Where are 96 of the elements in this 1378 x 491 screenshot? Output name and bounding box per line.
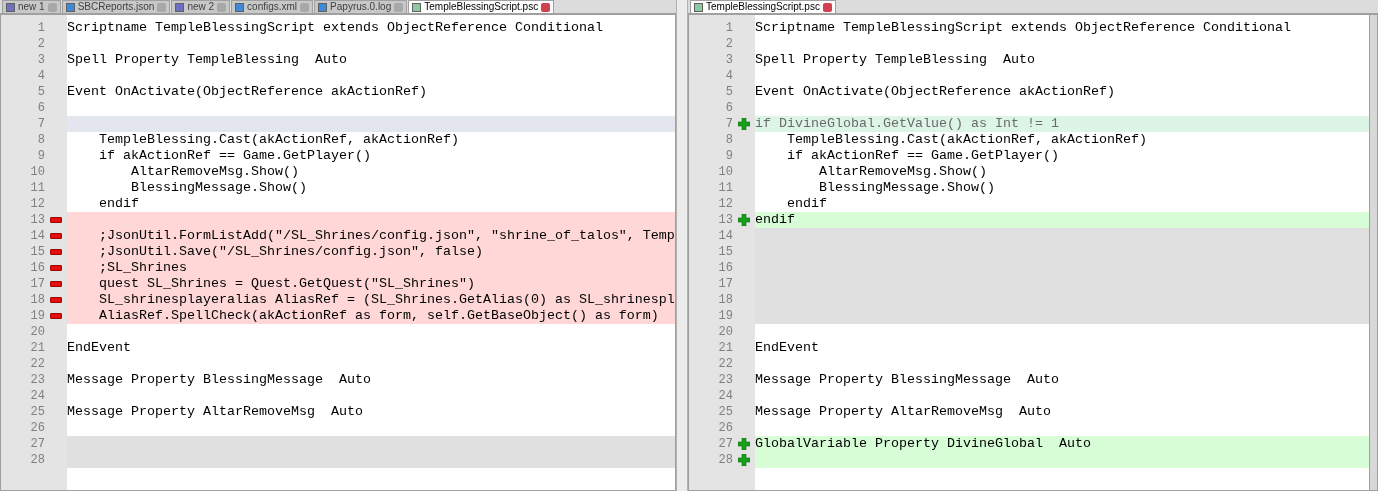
code-line: ;SL_Shrines [98, 260, 187, 275]
file-tab[interactable]: new 2 [171, 0, 231, 13]
line-number: 20 [717, 324, 733, 341]
code-line: if DivineGlobal.GetValue() as Int != 1 [755, 116, 1059, 131]
line-number: 25 [29, 404, 45, 421]
line-number: 12 [29, 196, 45, 213]
line-number: 13 [717, 212, 733, 229]
line-number: 24 [29, 388, 45, 405]
code-line: quest SL_Shrines = Quest.GetQuest("SL_Shrines") [98, 276, 475, 291]
code-line: Scriptname TempleBlessingScript extends ObjectReference Conditional [67, 20, 603, 35]
line-number: 5 [724, 84, 733, 101]
code-line: ;JsonUtil.FormListAdd("/SL_Shrines/config.json", "shrine_of_talos", Temp [98, 228, 675, 243]
code-line: if akActionRef == Game.GetPlayer() [98, 148, 371, 163]
code-line: SL_shrinesplayeralias AliasRef = (SL_Shrines.GetAlias(0) as SL_shrinespl [98, 292, 675, 307]
line-number: 15 [717, 244, 733, 261]
line-number: 13 [29, 212, 45, 229]
line-number: 21 [717, 340, 733, 357]
file-tab[interactable]: TempleBlessingScript.psc [408, 0, 555, 13]
code-line: endif [98, 196, 139, 211]
code-line: Event OnActivate(ObjectReference akActionRef) [755, 84, 1115, 99]
line-number: 2 [36, 36, 45, 53]
line-number: 26 [29, 420, 45, 437]
line-number: 23 [717, 372, 733, 389]
line-number: 17 [29, 276, 45, 293]
line-number: 3 [36, 52, 45, 69]
code-line: EndEvent [67, 340, 131, 355]
code-line: BlessingMessage.Show() [818, 180, 995, 195]
line-number: 21 [29, 340, 45, 357]
code-line: Message Property BlessingMessage Auto [67, 372, 371, 387]
line-number: 15 [29, 244, 45, 261]
line-number: 4 [724, 68, 733, 85]
code-line: Scriptname TempleBlessingScript extends ObjectReference Conditional [755, 20, 1291, 35]
line-number: 11 [29, 180, 45, 197]
code-line: TempleBlessing.Cast(akActionRef, akActionRef) [98, 132, 459, 147]
line-number: 18 [717, 292, 733, 309]
line-number: 26 [717, 420, 733, 437]
line-number: 17 [717, 276, 733, 293]
line-number: 22 [717, 356, 733, 373]
line-number: 10 [29, 164, 45, 181]
line-number: 9 [36, 148, 45, 165]
line-number: 18 [29, 292, 45, 309]
line-number: 23 [29, 372, 45, 389]
line-number: 14 [29, 228, 45, 245]
line-number: 28 [29, 452, 45, 469]
line-number: 24 [717, 388, 733, 405]
code-line: Message Property BlessingMessage Auto [755, 372, 1059, 387]
line-number: 3 [724, 52, 733, 69]
scrollbar[interactable] [1369, 15, 1377, 490]
line-number: 16 [29, 260, 45, 277]
line-number: 6 [36, 100, 45, 117]
code-line: Event OnActivate(ObjectReference akActionRef) [67, 84, 427, 99]
line-number: 2 [724, 36, 733, 53]
file-tab[interactable]: TempleBlessingScript.psc [690, 0, 836, 13]
line-number: 27 [717, 436, 733, 453]
file-tab[interactable]: Papyrus.0.log [314, 0, 408, 13]
line-number: 9 [724, 148, 733, 165]
line-number: 20 [29, 324, 45, 341]
file-tab[interactable]: SBCReports.json [61, 0, 171, 13]
line-number: 5 [36, 84, 45, 101]
code-line: Spell Property TempleBlessing Auto [67, 52, 347, 67]
code-line: endif [786, 196, 827, 211]
code-line: endif [755, 212, 795, 227]
file-tab[interactable]: new 1 [2, 0, 61, 13]
code-line: AltarRemoveMsg.Show() [818, 164, 987, 179]
code-line: Spell Property TempleBlessing Auto [755, 52, 1035, 67]
code-line: AliasRef.SpellCheck(akActionRef as form, self.GetBaseObject() as form) [98, 308, 659, 323]
line-number: 6 [724, 100, 733, 117]
line-number: 8 [36, 132, 45, 149]
line-number: 16 [717, 260, 733, 277]
code-line: if akActionRef == Game.GetPlayer() [786, 148, 1059, 163]
line-number: 7 [724, 116, 733, 133]
line-number: 28 [717, 452, 733, 469]
line-number: 7 [36, 116, 45, 133]
code-line: GlobalVariable Property DivineGlobal Auto [755, 436, 1091, 451]
code-line: Message Property AltarRemoveMsg Auto [755, 404, 1051, 419]
line-number: 27 [29, 436, 45, 453]
code-line: AltarRemoveMsg.Show() [130, 164, 299, 179]
pane-splitter[interactable] [676, 0, 688, 491]
code-line: ;JsonUtil.Save("/SL_Shrines/config.json", false) [98, 244, 483, 259]
line-number: 1 [724, 20, 733, 37]
line-number: 19 [717, 308, 733, 325]
code-line: BlessingMessage.Show() [130, 180, 307, 195]
line-number: 12 [717, 196, 733, 213]
line-number: 1 [36, 20, 45, 37]
line-number: 25 [717, 404, 733, 421]
file-tab[interactable]: configs.xml [231, 0, 314, 13]
line-number: 14 [717, 228, 733, 245]
code-line: EndEvent [755, 340, 819, 355]
line-number: 11 [717, 180, 733, 197]
line-number: 19 [29, 308, 45, 325]
line-number: 4 [36, 68, 45, 85]
code-line: TempleBlessing.Cast(akActionRef, akActionRef) [786, 132, 1147, 147]
line-number: 22 [29, 356, 45, 373]
line-number: 10 [717, 164, 733, 181]
line-number: 8 [724, 132, 733, 149]
code-line: Message Property AltarRemoveMsg Auto [67, 404, 363, 419]
